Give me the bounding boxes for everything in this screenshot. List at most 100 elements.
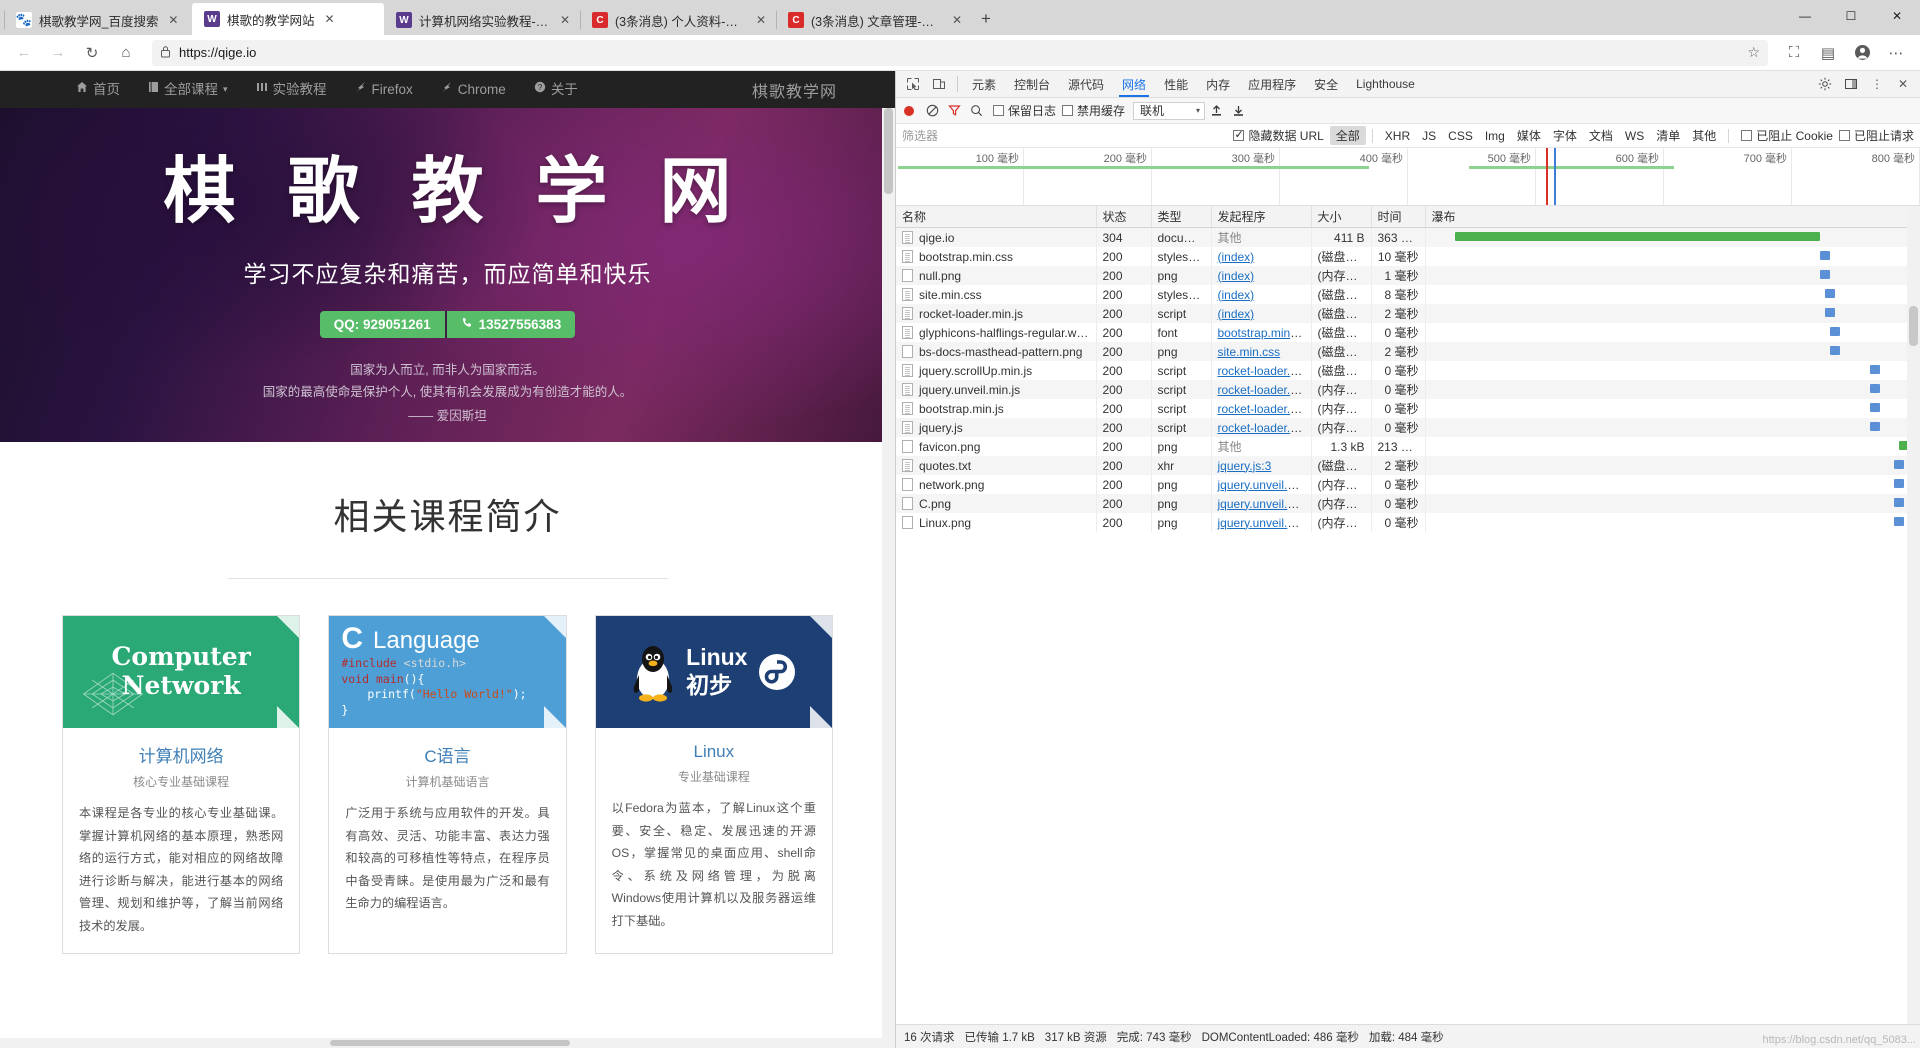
column-header-时间[interactable]: 时间 — [1371, 206, 1426, 228]
blocked-cookies-checkbox[interactable]: 已阻止 Cookie — [1741, 127, 1833, 144]
profile-avatar[interactable] — [1846, 38, 1878, 68]
close-devtools-icon[interactable]: ✕ — [1890, 72, 1916, 96]
devtools-tab-源代码[interactable]: 源代码 — [1059, 71, 1113, 97]
course-card-1[interactable]: C Language #include <stdio.h> void main()… — [328, 615, 567, 955]
throttling-select[interactable]: 联机 ▾ — [1133, 101, 1206, 120]
reload-icon[interactable]: ↻ — [76, 38, 108, 68]
table-row[interactable]: quotes.txt 200 xhr jquery.js:3 (磁盘缓存) 2 … — [896, 456, 1920, 475]
browser-tab-1[interactable]: W 棋歌的教学网站 ✕ — [192, 3, 384, 35]
import-har-icon[interactable] — [1205, 100, 1227, 122]
new-tab-button[interactable]: + — [972, 5, 1000, 33]
page-hscroll-thumb[interactable] — [330, 1040, 570, 1046]
tab-close-icon[interactable]: ✕ — [949, 12, 965, 28]
table-row[interactable]: glyphicons-halflings-regular.woff 200 fo… — [896, 323, 1920, 342]
cell-initiator[interactable]: rocket-loader.min... — [1211, 418, 1312, 437]
table-row[interactable]: rocket-loader.min.js 200 script (index) … — [896, 304, 1920, 323]
course-title[interactable]: Linux — [612, 742, 816, 762]
column-header-大小[interactable]: 大小 — [1311, 206, 1372, 228]
cell-initiator[interactable]: rocket-loader.min... — [1211, 399, 1312, 418]
filter-funnel-icon[interactable] — [943, 100, 965, 122]
type-filter-清单[interactable]: 清单 — [1650, 126, 1686, 145]
type-filter-全部[interactable]: 全部 — [1329, 126, 1366, 145]
column-header-类型[interactable]: 类型 — [1151, 206, 1212, 228]
devtools-tab-安全[interactable]: 安全 — [1305, 71, 1347, 97]
cell-initiator[interactable]: bootstrap.min.css — [1211, 323, 1312, 342]
tab-close-icon[interactable]: ✕ — [165, 12, 181, 28]
table-row[interactable]: favicon.png 200 png 其他 1.3 kB 213 毫秒 — [896, 437, 1920, 456]
devtools-tab-性能[interactable]: 性能 — [1155, 71, 1197, 97]
site-nav-4[interactable]: Chrome — [427, 71, 520, 108]
devtools-tab-控制台[interactable]: 控制台 — [1005, 71, 1059, 97]
cell-initiator[interactable]: rocket-loader.min... — [1211, 380, 1312, 399]
export-har-icon[interactable] — [1227, 100, 1249, 122]
more-vertical-icon[interactable]: ⋮ — [1864, 72, 1890, 96]
bookmark-star-icon[interactable]: ☆ — [1747, 44, 1760, 61]
cell-initiator[interactable]: rocket-loader.min... — [1211, 361, 1312, 380]
cell-initiator[interactable]: (index) — [1211, 285, 1312, 304]
browser-tab-0[interactable]: 🐾 棋歌教学网_百度搜索 ✕ — [4, 5, 192, 35]
blocked-requests-checkbox[interactable]: 已阻止请求 — [1838, 127, 1914, 144]
type-filter-XHR[interactable]: XHR — [1379, 128, 1416, 144]
tab-close-icon[interactable]: ✕ — [753, 12, 769, 28]
settings-gear-icon[interactable] — [1812, 72, 1838, 96]
course-title[interactable]: C语言 — [345, 742, 549, 767]
course-title[interactable]: 计算机网络 — [79, 742, 283, 767]
type-filter-CSS[interactable]: CSS — [1442, 128, 1479, 144]
cell-initiator[interactable]: jquery.unveil.min.j... — [1211, 494, 1312, 513]
type-filter-文档[interactable]: 文档 — [1583, 126, 1619, 145]
device-toolbar-icon[interactable] — [926, 72, 952, 96]
cell-initiator[interactable]: site.min.css — [1211, 342, 1312, 361]
table-row[interactable]: bootstrap.min.js 200 script rocket-loade… — [896, 399, 1920, 418]
preserve-log-checkbox[interactable]: 保留日志 — [993, 102, 1056, 119]
cell-initiator[interactable]: jquery.unveil.min.j... — [1211, 475, 1312, 494]
type-filter-媒体[interactable]: 媒体 — [1511, 126, 1547, 145]
disable-cache-checkbox[interactable]: 禁用缓存 — [1062, 102, 1125, 119]
type-filter-其他[interactable]: 其他 — [1686, 126, 1722, 145]
minimize-button[interactable]: — — [1782, 0, 1828, 32]
cell-initiator[interactable]: jquery.js:3 — [1211, 456, 1312, 475]
phone-button[interactable]: 13527556383 — [444, 311, 576, 338]
column-header-名称[interactable]: 名称 — [896, 206, 1097, 228]
tab-close-icon[interactable]: ✕ — [322, 11, 338, 27]
site-brand[interactable]: 棋歌教学网 — [752, 78, 895, 102]
inspect-element-icon[interactable] — [900, 72, 926, 96]
table-row[interactable]: jquery.scrollUp.min.js 200 script rocket… — [896, 361, 1920, 380]
more-options-icon[interactable]: ⋯ — [1880, 38, 1912, 68]
devtools-tab-网络[interactable]: 网络 — [1113, 71, 1155, 97]
cell-initiator[interactable]: (index) — [1211, 247, 1312, 266]
column-header-发起程序[interactable]: 发起程序 — [1211, 206, 1312, 228]
table-row[interactable]: null.png 200 png (index) (内存缓存) 1 毫秒 — [896, 266, 1920, 285]
type-filter-Img[interactable]: Img — [1479, 128, 1511, 144]
record-stop-icon[interactable] — [904, 105, 914, 116]
type-filter-JS[interactable]: JS — [1416, 128, 1442, 144]
table-row[interactable]: site.min.css 200 stylesheet (index) (磁盘缓… — [896, 285, 1920, 304]
tab-close-icon[interactable]: ✕ — [557, 12, 573, 28]
devtools-tab-内存[interactable]: 内存 — [1197, 71, 1239, 97]
column-header-瀑布[interactable]: 瀑布▲ — [1425, 206, 1920, 228]
site-nav-1[interactable]: 全部课程 ▾ — [134, 71, 242, 108]
browser-tab-3[interactable]: C (3条消息) 个人资料-个人中心-CS ✕ — [580, 5, 776, 35]
page-horizontal-scrollbar[interactable] — [0, 1038, 882, 1048]
site-nav-3[interactable]: Firefox — [341, 71, 427, 108]
course-card-0[interactable]: Computer Network 计算机网络 核心专业基础课程 本课程是各专业的核… — [62, 615, 301, 955]
devtools-tab-Lighthouse[interactable]: Lighthouse — [1347, 71, 1424, 97]
cell-initiator[interactable]: jquery.unveil.min.j... — [1211, 513, 1312, 532]
back-icon[interactable]: ← — [8, 38, 40, 68]
table-row[interactable]: jquery.unveil.min.js 200 script rocket-l… — [896, 380, 1920, 399]
devtools-tab-应用程序[interactable]: 应用程序 — [1239, 71, 1305, 97]
maximize-button[interactable]: ☐ — [1828, 0, 1874, 32]
type-filter-WS[interactable]: WS — [1619, 128, 1650, 144]
cell-initiator[interactable]: (index) — [1211, 266, 1312, 285]
browser-tab-2[interactable]: W 计算机网络实验教程-棋歌教学网 ✕ — [384, 5, 580, 35]
dock-position-icon[interactable] — [1838, 72, 1864, 96]
table-row[interactable]: qige.io 304 document 其他 411 B 363 毫秒 — [896, 227, 1920, 247]
devtools-tab-元素[interactable]: 元素 — [963, 71, 1005, 97]
address-bar[interactable]: https://qige.io ☆ — [152, 39, 1768, 66]
network-scrollbar[interactable] — [1907, 206, 1920, 1024]
table-row[interactable]: Linux.png 200 png jquery.unveil.min.j...… — [896, 513, 1920, 532]
search-icon[interactable] — [965, 100, 987, 122]
site-nav-5[interactable]: ? 关于 — [520, 71, 592, 108]
network-scroll-thumb[interactable] — [1909, 306, 1918, 346]
table-row[interactable]: C.png 200 png jquery.unveil.min.j... (内存… — [896, 494, 1920, 513]
filter-input[interactable]: 筛选器 — [902, 127, 1202, 144]
